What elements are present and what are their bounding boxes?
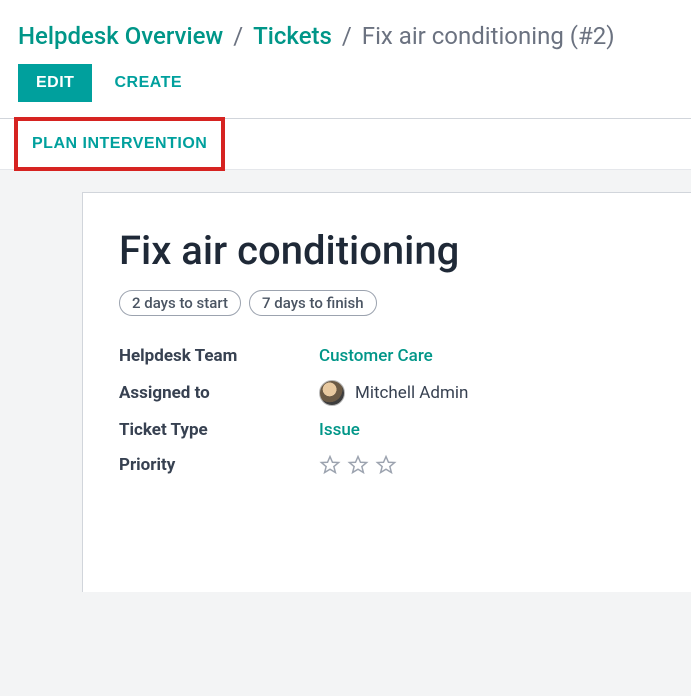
form-area: Fix air conditioning 2 days to start 7 d… (0, 170, 691, 696)
value-ticket-type[interactable]: Issue (319, 420, 360, 440)
breadcrumb: Helpdesk Overview / Tickets / Fix air co… (0, 0, 691, 56)
tag-days-to-start: 2 days to start (119, 290, 241, 316)
edit-button[interactable]: EDIT (18, 64, 92, 102)
fields: Helpdesk Team Customer Care Assigned to … (119, 346, 655, 476)
label-ticket-type: Ticket Type (119, 420, 319, 440)
label-priority: Priority (119, 455, 319, 475)
breadcrumb-tickets[interactable]: Tickets (253, 22, 332, 50)
plan-intervention-button[interactable]: PLAN INTERVENTION (18, 121, 221, 167)
star-icon[interactable] (319, 454, 341, 476)
tag-days-to-finish: 7 days to finish (249, 290, 377, 316)
value-helpdesk-team[interactable]: Customer Care (319, 346, 433, 366)
label-helpdesk-team: Helpdesk Team (119, 346, 319, 366)
value-assigned-to[interactable]: Mitchell Admin (319, 380, 655, 406)
star-icon[interactable] (375, 454, 397, 476)
breadcrumb-overview[interactable]: Helpdesk Overview (18, 22, 223, 50)
subaction-bar: PLAN INTERVENTION (0, 118, 691, 170)
avatar (319, 380, 345, 406)
ticket-title: Fix air conditioning (119, 227, 655, 274)
breadcrumb-current: Fix air conditioning (#2) (362, 22, 615, 50)
star-icon[interactable] (347, 454, 369, 476)
action-row: EDIT CREATE (0, 56, 691, 118)
plan-intervention-highlight: PLAN INTERVENTION (14, 117, 225, 171)
assigned-user-name: Mitchell Admin (355, 383, 468, 403)
form-card: Fix air conditioning 2 days to start 7 d… (82, 192, 691, 592)
breadcrumb-sep: / (342, 22, 352, 50)
label-assigned-to: Assigned to (119, 383, 319, 403)
tag-row: 2 days to start 7 days to finish (119, 290, 655, 316)
breadcrumb-sep: / (233, 22, 243, 50)
priority-stars[interactable] (319, 454, 655, 476)
create-button[interactable]: CREATE (114, 64, 182, 102)
